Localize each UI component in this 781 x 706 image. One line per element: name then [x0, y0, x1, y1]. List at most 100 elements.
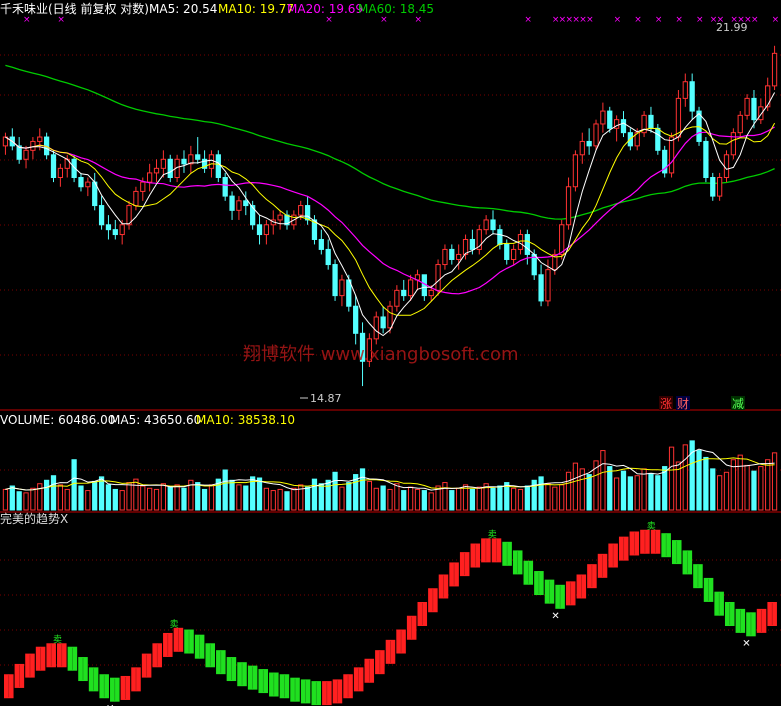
legend-ma20: MA20: 19.69 — [287, 2, 363, 16]
volume-bar — [270, 490, 276, 511]
candle-body — [545, 269, 551, 302]
trend-peak-marker: 卖 — [170, 619, 179, 630]
volume-bar — [428, 492, 434, 511]
candle-body — [332, 264, 338, 297]
volume-bar — [655, 475, 661, 511]
candle-body — [703, 140, 709, 179]
volume-bar — [716, 475, 723, 511]
trend-peak-marker: 卖 — [53, 634, 62, 645]
candle-body — [600, 110, 606, 125]
volume-bar — [668, 446, 675, 511]
volume-bar — [497, 485, 503, 511]
volume-bar — [476, 486, 482, 511]
volume-bar — [30, 487, 36, 511]
stock-chart: ×××××××××××××××××××××××× 卖✕卖✕卖✕卖✕ 翔博软件 w… — [0, 0, 781, 706]
candle-body — [435, 264, 441, 291]
candle-body — [304, 205, 311, 221]
volume-bar — [407, 486, 414, 511]
volume-bar — [105, 484, 112, 511]
volume-bar — [682, 444, 688, 511]
candle-body — [263, 224, 270, 236]
signal-marker: × — [675, 15, 683, 25]
candle-body — [105, 224, 112, 231]
badge-zhang[interactable]: 涨 — [660, 396, 672, 411]
signal-marker: × — [586, 15, 594, 25]
volume-bar — [98, 476, 105, 511]
trend-peak-marker: 卖 — [647, 521, 656, 532]
indicator-title: 完美的趋势X — [0, 511, 68, 526]
candle-body — [256, 224, 263, 236]
candle-body — [78, 177, 84, 188]
candle-body — [524, 234, 530, 255]
candle-body — [229, 195, 235, 211]
candle-body — [407, 279, 414, 297]
volume-bar — [2, 488, 9, 511]
volume-bar — [373, 487, 379, 511]
legend-ma5: MA5: 20.54 — [149, 2, 217, 16]
volume-bar — [16, 491, 22, 511]
signal-marker: × — [414, 15, 422, 25]
trend-peak-marker: 卖 — [488, 529, 497, 540]
candle-body — [57, 167, 64, 179]
candle-body — [565, 186, 572, 226]
volume-bar — [277, 488, 283, 511]
candle-body — [510, 248, 517, 260]
volume-bar — [607, 466, 613, 511]
volume-bar — [490, 487, 496, 511]
badge-jian[interactable]: 减 — [732, 397, 744, 411]
candle-body — [23, 149, 29, 160]
candle-body — [497, 229, 503, 245]
volume-bar — [710, 468, 716, 511]
volume-label: VOLUME: 60486.00 — [0, 413, 115, 427]
volume-bar — [751, 470, 757, 511]
volume-bar — [696, 450, 702, 511]
trend-trough-marker: ✕ — [551, 611, 559, 622]
candle-body — [167, 158, 173, 179]
volume-bar — [442, 482, 448, 511]
candle-body — [339, 279, 345, 297]
volume-bar — [229, 479, 235, 511]
candle-body — [737, 114, 743, 134]
volume-bar — [572, 462, 579, 511]
low-price-label: 14.87 — [310, 392, 342, 405]
volume-bar — [195, 482, 201, 511]
candle-body — [689, 81, 695, 112]
volume-bar — [133, 478, 139, 511]
volume-bar — [71, 459, 77, 511]
volume-bar — [414, 488, 421, 511]
volume-bar — [744, 464, 750, 511]
badge-cai[interactable]: 财 — [677, 397, 689, 411]
volume-bar — [112, 488, 118, 511]
signal-marker: × — [57, 15, 65, 25]
volume-ma5-label: MA5: 43650.60 — [110, 413, 201, 427]
volume-bar — [37, 483, 43, 511]
volume-bar — [23, 492, 29, 511]
candle-body — [504, 243, 510, 260]
candle-body — [607, 110, 613, 129]
volume-bar — [126, 482, 132, 511]
trend-trough-marker: ✕ — [742, 638, 750, 649]
volume-bar — [284, 491, 290, 511]
candle-body — [442, 248, 448, 266]
candle-body — [353, 305, 359, 334]
candle-body — [579, 140, 585, 156]
signal-marker: × — [655, 15, 663, 25]
candle-body — [112, 229, 118, 236]
volume-bar — [147, 487, 153, 511]
candle-body — [236, 200, 242, 211]
volume-bar — [469, 488, 476, 511]
volume-bar — [524, 485, 530, 511]
candle-body — [744, 97, 750, 116]
candle-body — [675, 97, 682, 138]
candle-body — [215, 154, 221, 179]
candle-body — [469, 238, 476, 250]
candle-body — [682, 81, 688, 99]
signal-marker: × — [772, 15, 780, 25]
volume-bar — [318, 483, 324, 511]
volume-bar — [256, 477, 263, 511]
volume-bar — [243, 485, 249, 511]
signal-marker: × — [380, 15, 388, 25]
candle-body — [751, 97, 757, 121]
candle-body — [771, 52, 778, 87]
volume-bar — [174, 484, 180, 511]
